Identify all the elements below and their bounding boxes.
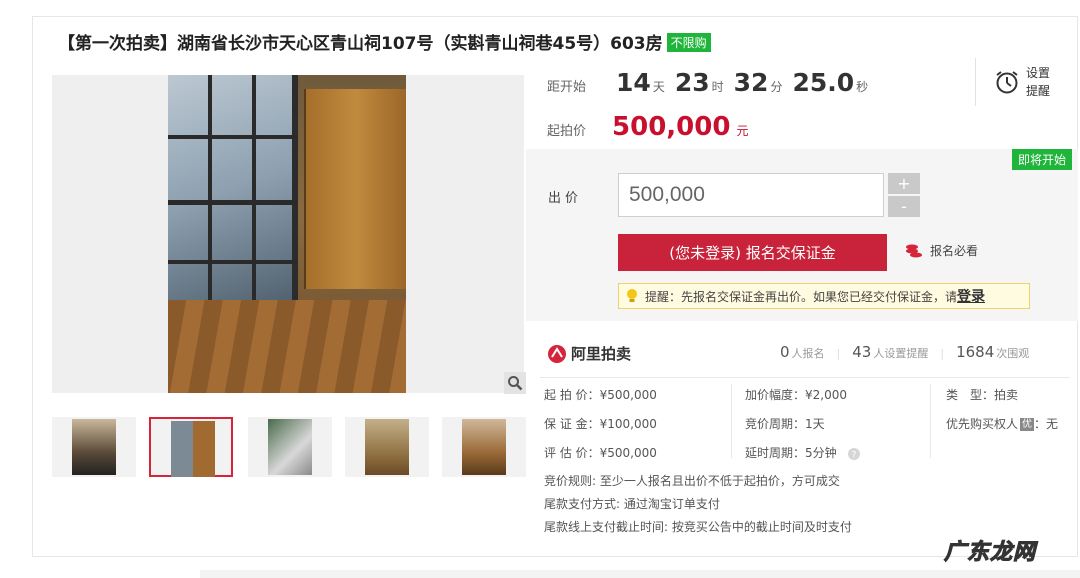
info-column-3: 类 型：拍卖 优先购买权人 优 ：无 (946, 381, 1058, 439)
info-appraisal: 评 估 价：¥500,000 (544, 446, 657, 460)
coins-icon (906, 244, 922, 257)
signups-label: 人报名 (791, 347, 825, 360)
divider (930, 384, 931, 458)
reminders-count: 43 (852, 343, 872, 361)
help-icon[interactable]: ? (847, 447, 861, 461)
views-label: 次围观 (996, 347, 1030, 360)
bid-panel: 即将开始 出价 + - (您未登录) 报名交保证金 报名必看 提醒：先报名交保证… (526, 149, 1078, 321)
must-see-link[interactable]: 报名必看 (904, 242, 978, 259)
bid-label: 出价 (548, 191, 583, 206)
login-link[interactable]: 登录 (957, 286, 985, 306)
reminders-label: 人设置提醒 (873, 347, 929, 360)
watermark: 广东龙网 (943, 540, 1037, 566)
info-priority-row: 优先购买权人 优 ：无 (946, 410, 1058, 439)
cabinet-picture (304, 89, 406, 289)
bid-stepper: + - (888, 173, 920, 217)
days-unit: 天 (652, 80, 665, 94)
countdown-hours: 23 (674, 68, 710, 97)
zoom-icon[interactable] (504, 372, 526, 394)
rule-payment-deadline: 尾款线上支付截止时间: 按竞买公告中的截止时间及时支付 (544, 520, 852, 534)
thumbnail-strip (52, 417, 526, 479)
countdown: 距开始 14 天 23 时 32 分 25.0 秒 (547, 68, 874, 100)
info-column-1: 起 拍 价：¥500,000 保 证 金：¥100,000 评 估 价：¥500… (544, 381, 657, 468)
window-picture (168, 75, 298, 305)
priority-badge-icon: 优 (1020, 418, 1035, 431)
thumbnail-1[interactable] (52, 417, 136, 477)
stats-bar: 0 人报名 | 43 人设置提醒 | 1684 次围观 (780, 343, 1030, 361)
floor-picture (168, 300, 406, 393)
thumbnail-3[interactable] (248, 417, 332, 477)
room-image (168, 75, 406, 393)
login-tip: 提醒：先报名交保证金再出价。如果您已经交付保证金，请 登录 (618, 283, 1030, 309)
countdown-label: 距开始 (547, 80, 587, 95)
start-price-label: 起拍价 (547, 124, 587, 139)
bottom-shadow (200, 570, 1080, 578)
minutes-unit: 分 (770, 80, 783, 94)
thumbnail-5[interactable] (442, 417, 526, 477)
countdown-seconds: 25.0 (792, 68, 855, 97)
info-column-2: 加价幅度：¥2,000 竞价周期：1天 延时周期：5分钟 ? (745, 381, 861, 468)
seconds-unit: 秒 (856, 80, 869, 94)
bid-amount-input[interactable] (618, 173, 884, 217)
info-priority-value: ：无 (1034, 417, 1059, 431)
coming-soon-badge: 即将开始 (1011, 149, 1072, 170)
info-deposit: 保 证 金：¥100,000 (544, 417, 657, 431)
tip-text: 提醒：先报名交保证金再出价。如果您已经交付保证金，请 (645, 289, 958, 304)
info-increment: 加价幅度：¥2,000 (745, 388, 847, 402)
start-price-row: 起拍价 500,000 元 (547, 112, 748, 142)
platform-name: 阿里拍卖 (571, 345, 632, 363)
signup-deposit-button[interactable]: (您未登录) 报名交保证金 (618, 234, 887, 271)
divider (731, 384, 732, 458)
info-bid-period: 竞价周期：1天 (745, 417, 825, 431)
ali-auction-icon (548, 344, 566, 363)
info-type: 类 型：拍卖 (946, 388, 1019, 402)
start-price-unit: 元 (736, 124, 749, 138)
unlimited-badge: 不限购 (666, 33, 711, 52)
start-price-value: 500,000 (612, 112, 731, 142)
hours-unit: 时 (711, 80, 724, 94)
main-photo[interactable] (52, 75, 524, 393)
divider (540, 377, 1070, 378)
signups-count: 0 (780, 343, 790, 361)
decrease-button[interactable]: - (888, 196, 920, 217)
views-count: 1684 (956, 343, 995, 361)
page-title: 【第一次拍卖】湖南省长沙市天心区青山祠107号（实斟青山祠巷45号）603房 不限… (58, 29, 711, 54)
remind-line2: 提醒 (1026, 84, 1051, 98)
increase-button[interactable]: + (888, 173, 920, 194)
lightbulb-icon (627, 289, 637, 302)
remind-line1: 设置 (1026, 66, 1051, 80)
info-delay-row: 延时周期：5分钟 ? (745, 439, 861, 468)
countdown-days: 14 (616, 68, 651, 97)
set-reminder-button[interactable]: 设置 提醒 (975, 58, 1065, 106)
rule-payment-method: 尾款支付方式: 通过淘宝订单支付 (544, 497, 720, 511)
svg-text:?: ? (851, 450, 856, 460)
alarm-clock-icon (996, 71, 1018, 94)
ali-auction-logo: 阿里拍卖 (547, 343, 631, 364)
must-see-label: 报名必看 (930, 244, 979, 258)
countdown-minutes: 32 (733, 68, 769, 97)
info-delay: 延时周期：5分钟 (745, 446, 837, 460)
thumbnail-4[interactable] (345, 417, 429, 477)
info-priority-label: 优先购买权人 (946, 417, 1019, 431)
info-start-price: 起 拍 价：¥500,000 (544, 388, 657, 402)
thumbnail-2[interactable] (149, 417, 233, 477)
auction-rules: 竞价规则: 至少一人报名且出价不低于起拍价，方可成交 尾款支付方式: 通过淘宝订… (544, 470, 852, 539)
rule-bidding: 竞价规则: 至少一人报名且出价不低于起拍价，方可成交 (544, 474, 840, 488)
